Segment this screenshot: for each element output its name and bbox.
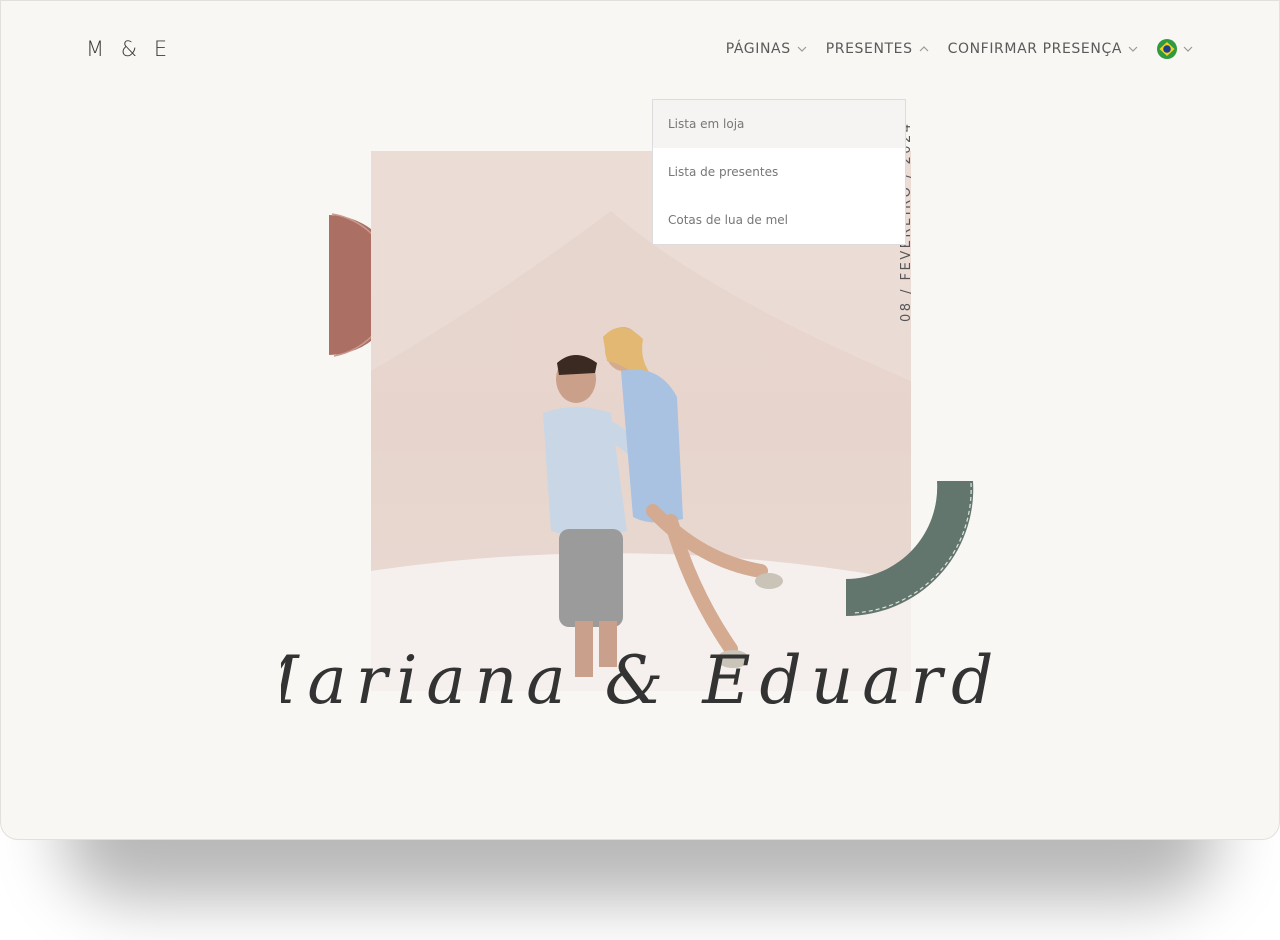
dropdown-item-cotas-de-lua-de-mel[interactable]: Cotas de lua de mel — [653, 196, 905, 244]
nav-item-label: PRESENTES — [825, 41, 913, 57]
chevron-down-icon — [1128, 46, 1138, 52]
sage-arc-decoration — [846, 481, 974, 617]
language-selector[interactable] — [1157, 39, 1194, 59]
dropdown-item-lista-em-loja[interactable]: Lista em loja — [653, 100, 905, 148]
page-window: M & E PÁGINAS PRESENTES CONFIRMAR PRESEN… — [0, 0, 1280, 840]
chevron-up-icon — [919, 46, 929, 52]
nav-item-paginas[interactable]: PÁGINAS — [726, 41, 808, 57]
couple-names-text: Mariana & Eduardo — [281, 642, 1001, 719]
nav-item-confirmar-presenca[interactable]: CONFIRMAR PRESENÇA — [948, 41, 1139, 57]
nav-item-label: CONFIRMAR PRESENÇA — [947, 41, 1122, 57]
dropdown-item-lista-de-presentes[interactable]: Lista de presentes — [653, 148, 905, 196]
site-logo[interactable]: M & E — [86, 37, 172, 61]
brazil-flag-icon — [1157, 39, 1177, 59]
chevron-down-icon — [1183, 46, 1193, 52]
couple-names-script: Mariana & Eduardo — [281, 642, 1001, 719]
nav-item-label: PÁGINAS — [725, 41, 791, 57]
nav-item-presentes[interactable]: PRESENTES — [826, 41, 930, 57]
main-nav: PÁGINAS PRESENTES CONFIRMAR PRESENÇA — [726, 39, 1194, 59]
chevron-down-icon — [797, 46, 807, 52]
presentes-dropdown-menu: Lista em loja Lista de presentes Cotas d… — [652, 99, 906, 245]
